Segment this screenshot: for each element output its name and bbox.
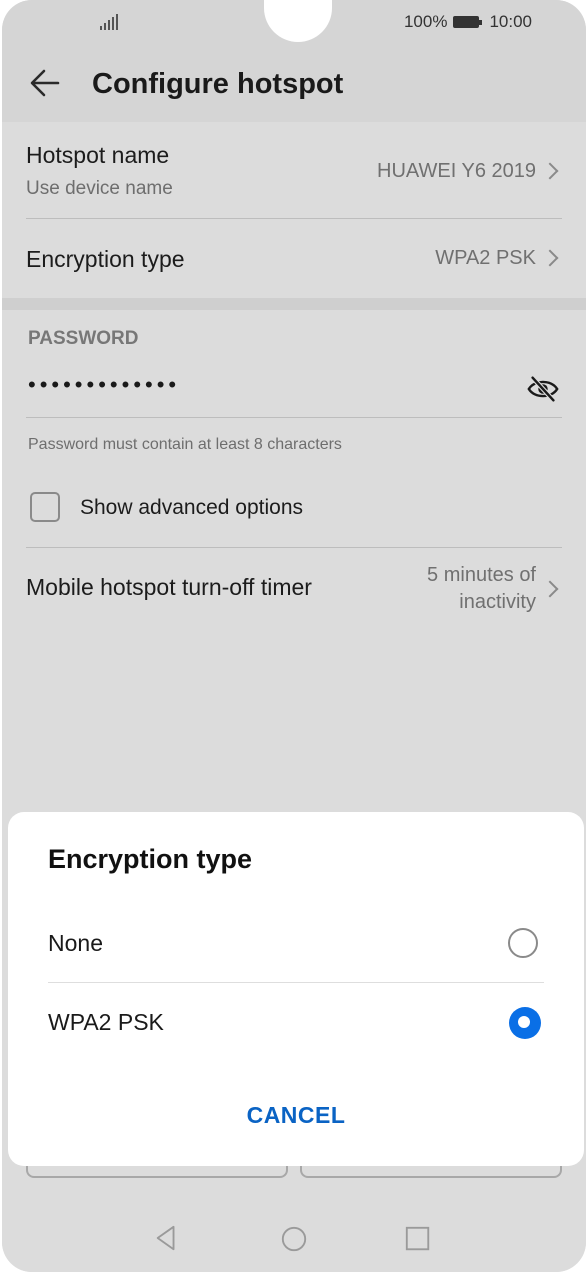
- phone-screen: 100% 10:00 Configure hotspot Hotspot nam…: [2, 0, 586, 1272]
- dialog-option-label: WPA2 PSK: [48, 1009, 164, 1035]
- clock: 10:00: [489, 12, 532, 31]
- bottom-button-left: [26, 1166, 288, 1178]
- signal-icon: [100, 14, 120, 30]
- nav-recents-icon[interactable]: [404, 1225, 432, 1253]
- password-underline: [26, 417, 562, 418]
- eye-off-icon[interactable]: [526, 374, 560, 404]
- dialog-option-wpa2-psk[interactable]: WPA2 PSK: [8, 983, 584, 1063]
- advanced-options-checkbox-row[interactable]: Show advanced options: [28, 490, 562, 530]
- radio-button-unselected[interactable]: [508, 928, 538, 958]
- turn-off-timer-value: 5 minutes of inactivity: [427, 562, 536, 616]
- chevron-right-icon: [541, 162, 559, 180]
- bottom-button-right: [300, 1166, 562, 1178]
- advanced-options-checkbox[interactable]: [30, 492, 60, 522]
- encryption-type-label: Encryption type: [26, 246, 185, 272]
- encryption-type-value: WPA2 PSK: [435, 247, 536, 269]
- hotspot-name-label: Hotspot name: [26, 142, 170, 168]
- turn-off-timer-label: Mobile hotspot turn-off timer: [26, 574, 312, 600]
- turn-off-timer-value-line2: inactivity: [459, 591, 536, 613]
- advanced-options-label: Show advanced options: [80, 496, 303, 519]
- status-right: 100% 10:00: [404, 12, 532, 32]
- turn-off-timer-value-line1: 5 minutes of: [427, 564, 536, 586]
- nav-back-icon[interactable]: [153, 1224, 181, 1252]
- system-navigation-bar: [2, 1200, 586, 1272]
- battery-icon: [453, 16, 483, 28]
- password-section-header: PASSWORD: [28, 328, 139, 349]
- password-hint: Password must contain at least 8 charact…: [28, 436, 342, 453]
- dialog-option-label: None: [48, 930, 103, 956]
- dialog-title: Encryption type: [48, 844, 253, 874]
- turn-off-timer-row[interactable]: Mobile hotspot turn-off timer 5 minutes …: [26, 548, 562, 628]
- password-masked-value: •••••••••••••: [28, 372, 181, 397]
- app-bar: Configure hotspot: [2, 44, 586, 122]
- section-separator: [2, 298, 586, 310]
- back-arrow-icon[interactable]: [28, 66, 62, 100]
- encryption-type-row[interactable]: Encryption type WPA2 PSK: [26, 219, 562, 297]
- dialog-option-none[interactable]: None: [8, 902, 584, 982]
- nav-home-icon[interactable]: [280, 1225, 308, 1253]
- hotspot-name-value: HUAWEI Y6 2019: [377, 160, 536, 182]
- radio-button-selected[interactable]: [509, 1007, 541, 1039]
- password-field[interactable]: •••••••••••••: [26, 368, 562, 416]
- chevron-right-icon: [541, 580, 559, 598]
- encryption-type-dialog: Encryption type None WPA2 PSK CANCEL: [8, 812, 584, 1166]
- cancel-button[interactable]: CANCEL: [8, 1102, 584, 1129]
- hotspot-name-row[interactable]: Hotspot name Use device name HUAWEI Y6 2…: [26, 122, 562, 218]
- chevron-right-icon: [541, 249, 559, 267]
- hotspot-name-sublabel: Use device name: [26, 178, 173, 199]
- page-title: Configure hotspot: [92, 68, 344, 100]
- battery-percent: 100%: [403, 12, 448, 31]
